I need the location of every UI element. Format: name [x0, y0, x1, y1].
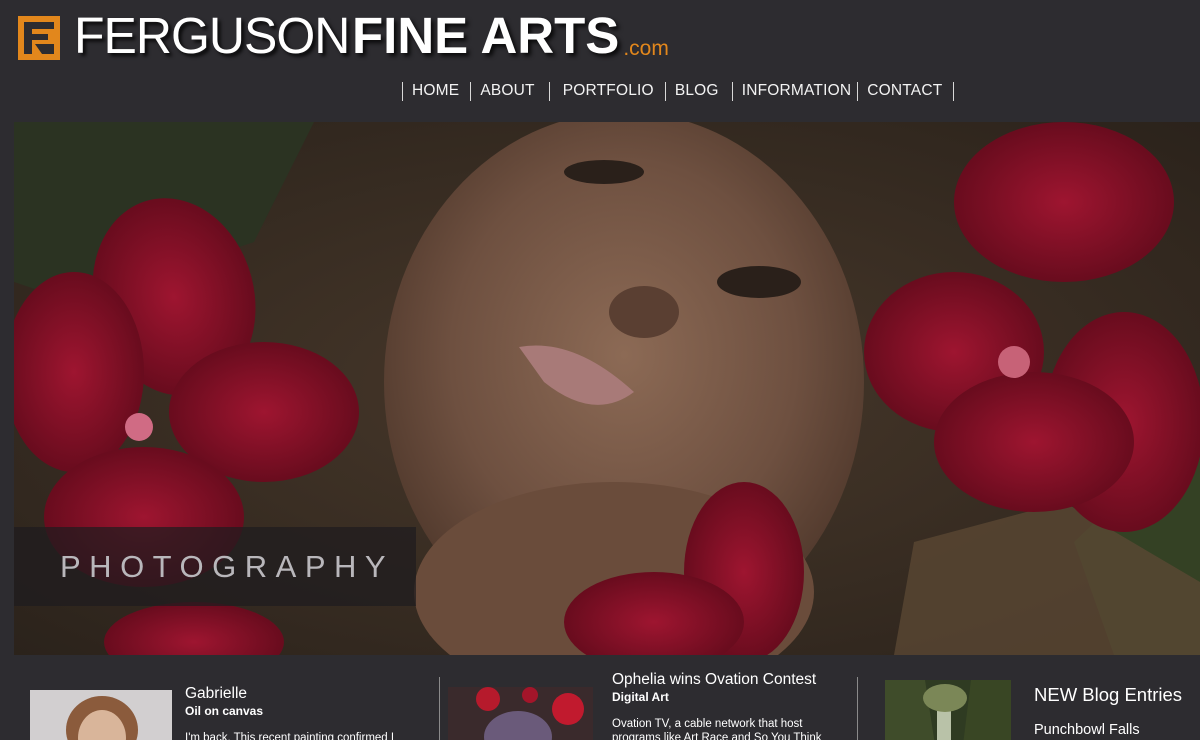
- feature-title[interactable]: Ophelia wins Ovation Contest: [612, 671, 816, 689]
- feature-thumbnail-gabrielle[interactable]: [30, 690, 172, 740]
- main-nav: HOME ABOUT PORTFOLIO BLOG INFORMATION CO…: [402, 81, 955, 101]
- column-divider: [439, 677, 440, 740]
- logo-tld: .com: [623, 37, 669, 60]
- logo-name-bold: FINE ARTS: [352, 7, 620, 64]
- site-logo[interactable]: FERGUSON FINE ARTS .com: [18, 7, 669, 64]
- column-divider: [857, 677, 858, 740]
- blog-entry-link[interactable]: Punchbowl Falls: [1034, 722, 1140, 738]
- blog-entries-heading: NEW Blog Entries: [1034, 684, 1183, 705]
- nav-item-contact[interactable]: CONTACT: [858, 81, 953, 101]
- feature-excerpt: I'm back. This recent painting confirmed…: [185, 732, 395, 740]
- feature-thumbnail-ophelia[interactable]: [448, 687, 593, 740]
- nav-item-about[interactable]: ABOUT: [471, 81, 548, 101]
- nav-item-information[interactable]: INFORMATION: [733, 81, 858, 101]
- feature-strip: Gabrielle Oil on canvas I'm back. This r…: [0, 655, 1200, 740]
- nav-divider: [953, 81, 955, 101]
- feature-thumbnail-punchbowl-falls[interactable]: [885, 680, 1011, 740]
- feature-title[interactable]: Gabrielle: [185, 685, 247, 703]
- hero-slideshow[interactable]: PHOTOGRAPHY: [14, 122, 1200, 655]
- hero-caption[interactable]: PHOTOGRAPHY: [14, 527, 416, 606]
- feature-medium: Digital Art: [612, 690, 669, 704]
- hero-caption-label: PHOTOGRAPHY: [60, 549, 395, 584]
- nav-item-home[interactable]: HOME: [403, 81, 470, 101]
- logo-name-thin: FERGUSON: [74, 7, 350, 64]
- nav-item-portfolio[interactable]: PORTFOLIO: [550, 81, 665, 101]
- feature-excerpt: Ovation TV, a cable network that host pr…: [612, 718, 822, 740]
- feature-medium: Oil on canvas: [185, 704, 264, 718]
- nav-item-blog[interactable]: BLOG: [666, 81, 732, 101]
- logo-mark-icon: [18, 16, 60, 60]
